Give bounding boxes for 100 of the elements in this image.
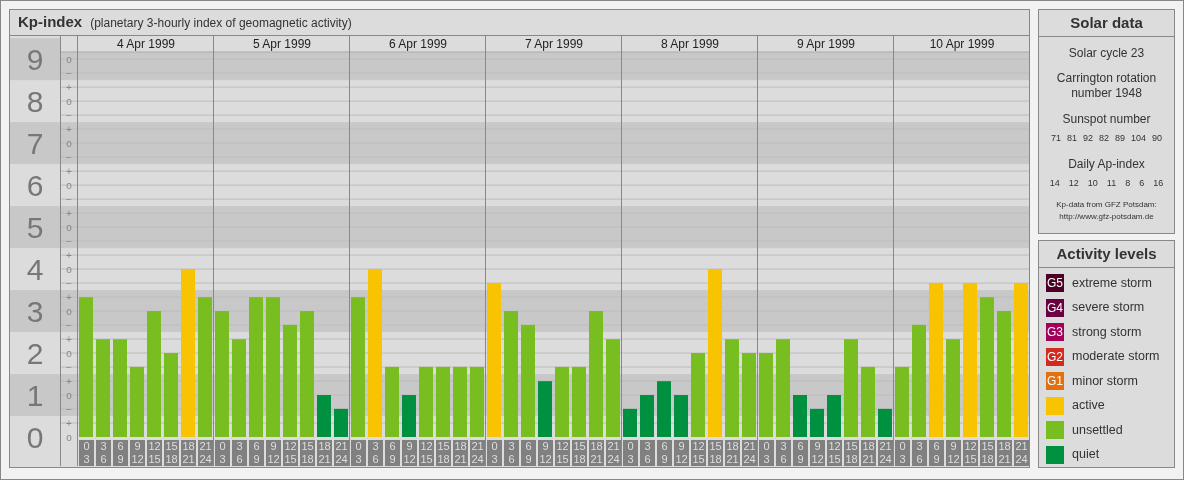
solar-cycle-text: Solar cycle 23 — [1068, 45, 1145, 62]
kp-subdivision-mark: + — [66, 249, 72, 261]
time-slot-label: 15 18 — [300, 440, 315, 466]
time-slot-label: 12 15 — [147, 440, 162, 466]
time-slot-label: 12 15 — [283, 440, 298, 466]
kp-subdivision-mark: + — [66, 165, 72, 177]
kp-subdivision-mark: + — [66, 417, 72, 429]
kp-bar — [436, 366, 450, 437]
axis-label-cell — [10, 122, 60, 165]
activity-level-label: extreme storm — [1072, 274, 1152, 292]
kp-subdivision-mark: + — [66, 333, 72, 345]
kp-axis-label: 4 — [26, 252, 44, 286]
kp-bar — [895, 366, 909, 437]
time-slot-label: 9 12 — [130, 440, 145, 466]
kp-axis-label: 7 — [26, 126, 44, 160]
time-slot-label: 21 24 — [334, 440, 349, 466]
time-slot-label: 6 9 — [521, 440, 536, 466]
carrington-text: Carrington rotation number 1948 — [1055, 71, 1158, 101]
activity-level-label: strong storm — [1072, 323, 1142, 341]
kp-bar — [130, 366, 144, 437]
kp-bar — [793, 395, 807, 437]
time-slot-label: 6 9 — [793, 440, 808, 466]
ap-index-value: 12 — [1068, 176, 1079, 190]
time-slot-label: 15 18 — [844, 440, 859, 466]
kp-bar — [861, 366, 875, 437]
kp-axis-label: 8 — [26, 84, 44, 118]
kp-bar — [640, 395, 654, 437]
storm-level-badge: G3 — [1046, 323, 1064, 342]
time-slot-label: 18 21 — [181, 440, 196, 466]
time-slot-label: 9 12 — [402, 440, 417, 466]
chart-subtitle: (planetary 3-hourly index of geomagnetic activity) — [90, 14, 352, 32]
time-slot-label: 6 9 — [113, 440, 128, 466]
kp-bar — [878, 408, 892, 437]
activity-level-label: severe storm — [1072, 299, 1145, 317]
date-label: 4 Apr 1999 — [116, 37, 176, 51]
time-slot-label: 12 15 — [555, 440, 570, 466]
time-slot-label: 9 12 — [674, 440, 689, 466]
time-slot-label: 6 9 — [657, 440, 672, 466]
sunspot-label: Sunspot number — [1062, 111, 1151, 128]
axis-label-cell — [10, 38, 60, 81]
kp-bar — [334, 408, 348, 437]
kp-axis-label: 0 — [26, 420, 44, 454]
kp-bar — [810, 408, 824, 437]
kp-axis-label: 5 — [26, 210, 44, 244]
kp-subdivision-mark: o — [66, 431, 72, 443]
kp-bar — [538, 381, 552, 437]
kp-bar — [623, 408, 637, 437]
kp-bar — [317, 395, 331, 437]
date-label: 5 Apr 1999 — [252, 37, 312, 51]
kp-bar — [555, 366, 569, 437]
date-label: 10 Apr 1999 — [929, 37, 995, 51]
time-slot-label: 0 3 — [351, 440, 366, 466]
storm-level-badge: G4 — [1046, 298, 1064, 317]
time-slot-label: 6 9 — [249, 440, 264, 466]
time-slot-label: 9 12 — [266, 440, 281, 466]
kp-axis-label: 9 — [26, 42, 44, 76]
kp-bar — [470, 366, 484, 437]
kp-subdivision-mark: − — [66, 235, 72, 247]
time-slot-label: 0 3 — [895, 440, 910, 466]
kp-axis-label: 1 — [26, 378, 44, 412]
kp-bar — [674, 395, 688, 437]
panel-title: Activity levels — [1056, 243, 1157, 264]
time-slot-label: 0 3 — [79, 440, 94, 466]
time-slot-label: 15 18 — [436, 440, 451, 466]
credit-link[interactable]: http://www.gfz-potsdam.de — [1059, 211, 1154, 223]
time-slot-label: 15 18 — [164, 440, 179, 466]
storm-level-badge: G1 — [1046, 372, 1064, 391]
time-slot-label: 12 15 — [419, 440, 434, 466]
time-slot-label: 18 21 — [997, 440, 1012, 466]
ap-index-value: 16 — [1153, 176, 1164, 190]
date-label: 6 Apr 1999 — [388, 37, 448, 51]
kp-subdivision-mark: − — [66, 319, 72, 331]
time-slot-label: 15 18 — [572, 440, 587, 466]
time-slot-label: 15 18 — [980, 440, 995, 466]
time-slot-label: 12 15 — [963, 440, 978, 466]
kp-subdivision-mark: o — [66, 347, 72, 359]
kp-subdivision-mark: − — [66, 277, 72, 289]
kp-subdivision-mark: o — [66, 263, 72, 275]
kp-axis-label: 3 — [26, 294, 44, 328]
ap-index-value: 6 — [1139, 176, 1145, 190]
kp-subdivision-mark: − — [66, 193, 72, 205]
kp-subdivision-mark: + — [66, 81, 72, 93]
time-slot-label: 9 12 — [538, 440, 553, 466]
time-slot-label: 21 24 — [198, 440, 213, 466]
time-slot-label: 15 18 — [708, 440, 723, 466]
chart-title: Kp-index — [18, 12, 83, 33]
credit-text: Kp-data from GFZ Potsdam: — [1056, 199, 1157, 211]
kp-subdivision-mark: + — [66, 123, 72, 135]
kp-subdivision-mark: + — [66, 375, 72, 387]
date-label: 7 Apr 1999 — [524, 37, 584, 51]
axis-label-cell — [10, 206, 60, 249]
sunspot-value: 104 — [1131, 132, 1147, 145]
sunspot-value: 89 — [1115, 132, 1125, 145]
activity-level-label: quiet — [1072, 446, 1100, 464]
time-slot-label: 18 21 — [725, 440, 740, 466]
activity-level-label: minor storm — [1072, 372, 1138, 390]
kp-subdivision-mark: − — [66, 403, 72, 415]
kp-bar — [385, 366, 399, 437]
time-slot-label: 6 9 — [929, 440, 944, 466]
time-slot-label: 0 3 — [215, 440, 230, 466]
